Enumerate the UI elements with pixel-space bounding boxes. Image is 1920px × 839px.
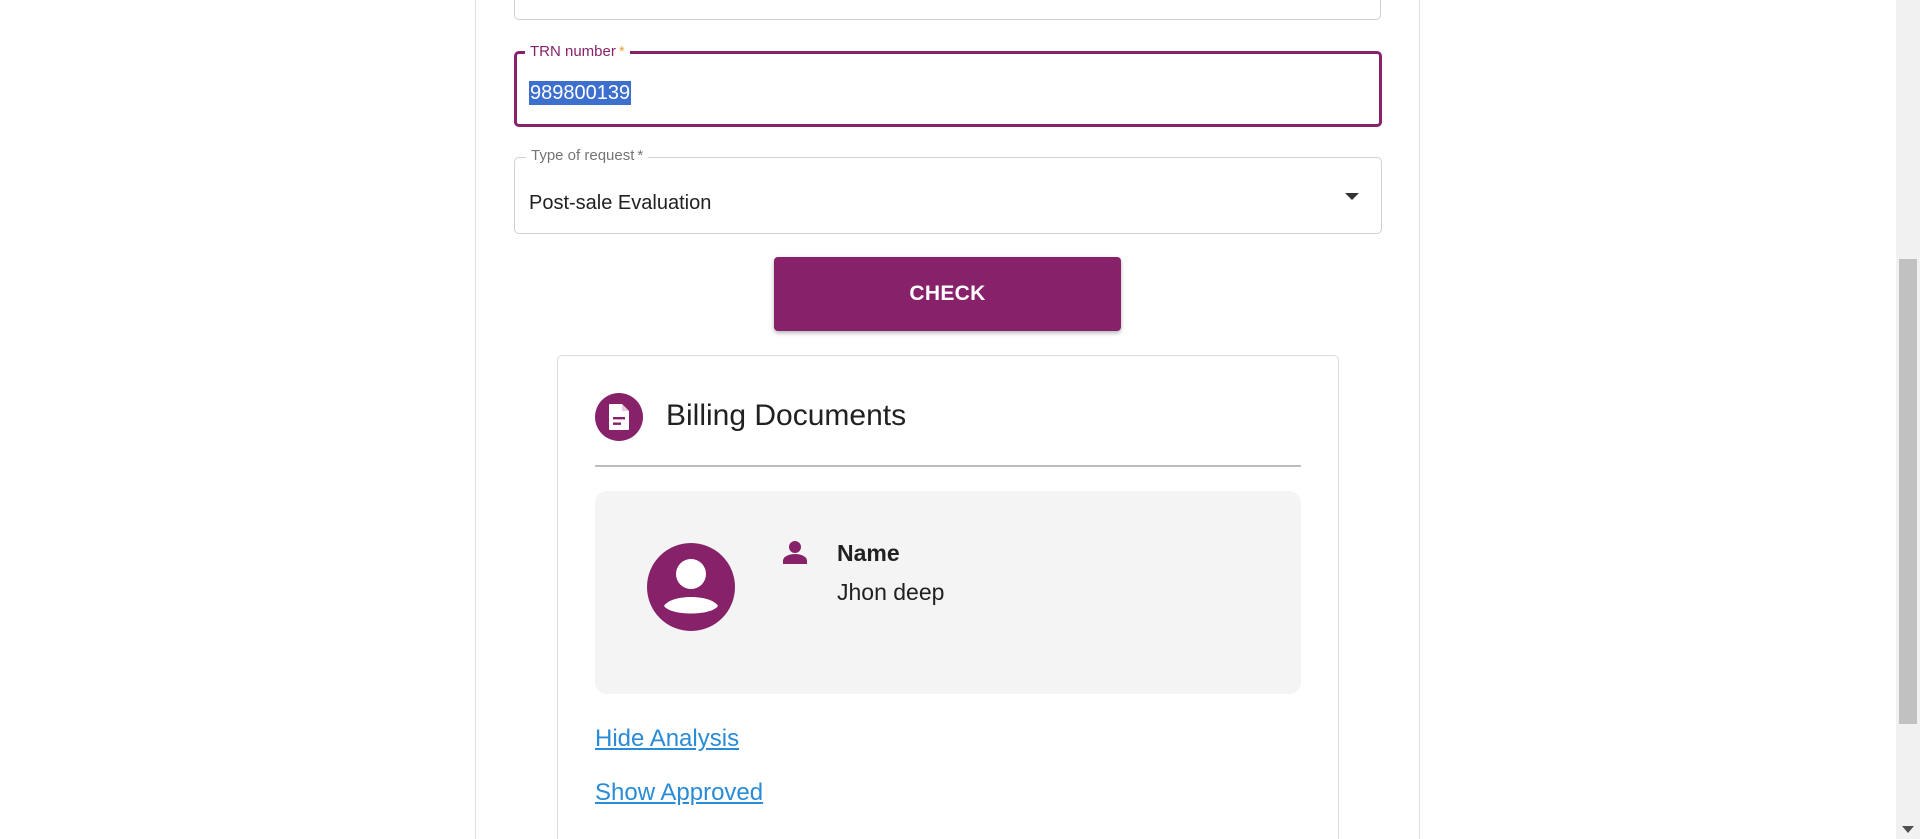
request-type-label: Type of request *	[526, 147, 649, 165]
billing-documents-card: Billing Documents Name Jhon deep Hide An…	[557, 355, 1339, 839]
person-info-panel: Name Jhon deep	[595, 491, 1301, 694]
trn-number-field[interactable]: TRN number * 989800139	[514, 43, 1382, 127]
trn-number-input-value[interactable]: 989800139	[529, 81, 632, 105]
vertical-scrollbar[interactable]	[1896, 0, 1920, 839]
required-marker: *	[637, 147, 644, 164]
show-approved-link[interactable]: Show Approved	[595, 779, 763, 807]
account-circle-icon	[647, 543, 735, 631]
check-button[interactable]: CHECK	[774, 257, 1121, 331]
dropdown-arrow-icon[interactable]	[1345, 193, 1359, 200]
trn-number-label: TRN number *	[525, 43, 630, 61]
request-type-select[interactable]: Type of request * Post-sale Evaluation	[514, 147, 1382, 234]
divider	[595, 465, 1301, 467]
request-type-selected-value: Post-sale Evaluation	[529, 192, 712, 214]
page: TRN number * 989800139 Type of request * P…	[0, 0, 1920, 839]
document-icon	[595, 393, 643, 441]
hide-analysis-link[interactable]: Hide Analysis	[595, 725, 739, 753]
person-icon	[782, 540, 808, 566]
card-title: Billing Documents	[666, 399, 907, 432]
scrollbar-thumb[interactable]	[1899, 259, 1917, 724]
required-marker: *	[618, 43, 625, 60]
name-label: Name	[837, 540, 900, 566]
name-value: Jhon deep	[837, 579, 945, 605]
scroll-down-arrow-icon[interactable]	[1902, 826, 1914, 833]
previous-field-partial[interactable]	[514, 0, 1381, 20]
